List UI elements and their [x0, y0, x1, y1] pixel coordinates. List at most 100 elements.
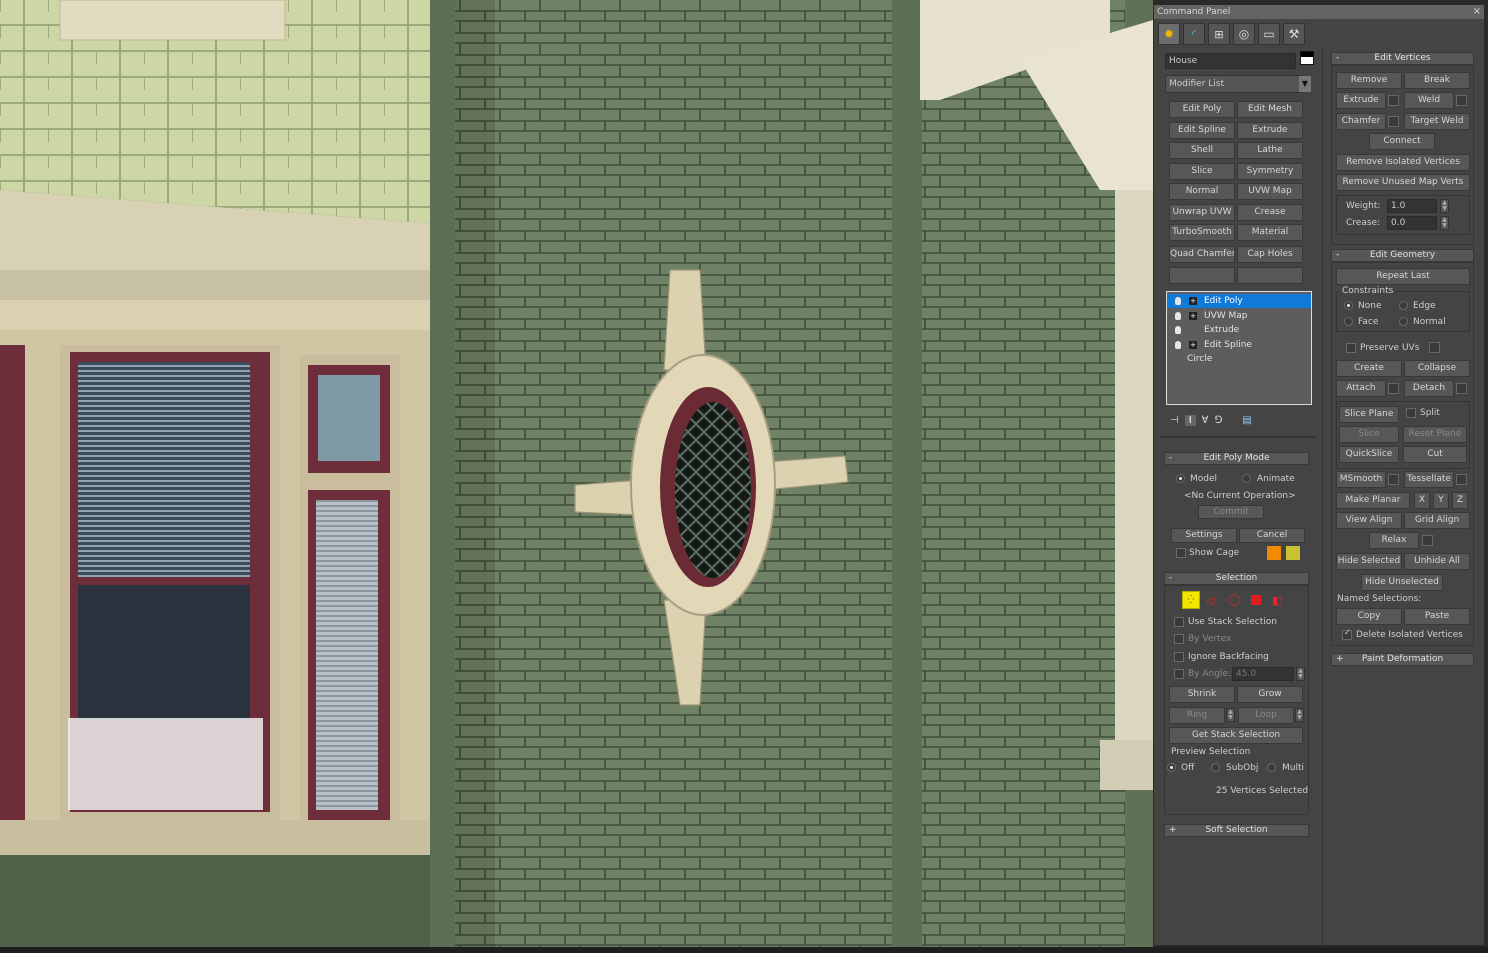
- remove-isolated-vertices-button[interactable]: Remove Isolated Vertices: [1336, 154, 1470, 171]
- mod-btn-shell[interactable]: Shell: [1169, 142, 1235, 159]
- repeat-last-button[interactable]: Repeat Last: [1336, 268, 1470, 285]
- tessellate-button[interactable]: Tessellate: [1404, 471, 1454, 488]
- mod-btn-symmetry[interactable]: Symmetry: [1237, 163, 1303, 180]
- preview-subobj-radio[interactable]: [1211, 763, 1220, 772]
- detach-settings-icon[interactable]: [1456, 383, 1467, 394]
- slice-plane-button[interactable]: Slice Plane: [1339, 406, 1399, 423]
- planar-x-button[interactable]: X: [1414, 492, 1430, 509]
- msmooth-button[interactable]: MSmooth: [1336, 471, 1386, 488]
- mod-btn-normal[interactable]: Normal: [1169, 183, 1235, 200]
- animate-radio[interactable]: [1242, 474, 1251, 483]
- pin-icon[interactable]: ⊣: [1170, 415, 1179, 426]
- mod-btn-edit-spline[interactable]: Edit Spline: [1169, 122, 1235, 139]
- display-tab[interactable]: ▭: [1258, 23, 1280, 45]
- mod-btn-edit-poly[interactable]: Edit Poly: [1169, 101, 1235, 118]
- stack-item-circle[interactable]: Circle: [1167, 352, 1311, 366]
- extrude-button[interactable]: Extrude: [1336, 92, 1386, 109]
- attach-button[interactable]: Attach: [1336, 380, 1386, 397]
- planar-z-button[interactable]: Z: [1452, 492, 1468, 509]
- vertex-mode-icon[interactable]: ⁛: [1182, 591, 1200, 609]
- preserve-uvs-settings-icon[interactable]: [1429, 342, 1440, 353]
- ignore-backfacing-checkbox[interactable]: [1174, 652, 1184, 662]
- lightbulb-icon[interactable]: [1175, 312, 1181, 320]
- unhide-all-button[interactable]: Unhide All: [1404, 553, 1470, 570]
- detach-button[interactable]: Detach: [1404, 380, 1454, 397]
- rollout-selection[interactable]: - Selection: [1164, 572, 1309, 585]
- rollout-soft-selection[interactable]: + Soft Selection: [1164, 824, 1309, 837]
- ring-button[interactable]: Ring: [1169, 707, 1225, 724]
- create-button[interactable]: Create: [1336, 360, 1402, 377]
- object-color-swatch[interactable]: [1300, 51, 1314, 65]
- mod-btn-crease[interactable]: Crease: [1237, 204, 1303, 221]
- shrink-button[interactable]: Shrink: [1169, 686, 1235, 703]
- stack-item-edit-poly[interactable]: + Edit Poly: [1167, 294, 1311, 308]
- mod-btn-material[interactable]: Material: [1237, 224, 1303, 241]
- hide-selected-button[interactable]: Hide Selected: [1336, 553, 1402, 570]
- lightbulb-icon[interactable]: [1175, 341, 1181, 349]
- copy-button[interactable]: Copy: [1336, 608, 1402, 625]
- relax-settings-icon[interactable]: [1422, 535, 1433, 546]
- stack-item-extrude[interactable]: Extrude: [1167, 323, 1311, 337]
- weld-button[interactable]: Weld: [1404, 92, 1454, 109]
- delete-isolated-vertices-checkbox[interactable]: ✓: [1342, 628, 1352, 640]
- rollout-edit-vertices[interactable]: - Edit Vertices: [1331, 52, 1474, 65]
- hide-unselected-button[interactable]: Hide Unselected: [1361, 574, 1443, 591]
- expand-plus-icon[interactable]: +: [1189, 297, 1197, 305]
- cancel-button[interactable]: Cancel: [1239, 528, 1305, 543]
- loop-spinner[interactable]: ▲ ▼: [1295, 708, 1304, 722]
- configure-icon[interactable]: ▤: [1242, 415, 1251, 426]
- modify-tab[interactable]: ◜: [1183, 23, 1205, 45]
- remove-modifier-icon[interactable]: ⅁: [1215, 415, 1223, 426]
- crease-field[interactable]: 0.0: [1387, 216, 1437, 230]
- polygon-mode-icon[interactable]: [1251, 595, 1261, 605]
- weld-settings-icon[interactable]: [1456, 95, 1467, 106]
- quickslice-button[interactable]: QuickSlice: [1339, 446, 1399, 463]
- use-stack-selection-checkbox[interactable]: [1174, 617, 1184, 627]
- element-mode-icon[interactable]: ◧: [1272, 594, 1282, 607]
- lightbulb-icon[interactable]: [1175, 297, 1181, 305]
- get-stack-selection-button[interactable]: Get Stack Selection: [1169, 727, 1303, 744]
- constraint-normal-radio[interactable]: [1399, 317, 1408, 326]
- mod-btn-lathe[interactable]: Lathe: [1237, 142, 1303, 159]
- ring-spinner[interactable]: ▲ ▼: [1226, 708, 1235, 722]
- mod-btn-extrude[interactable]: Extrude: [1237, 122, 1303, 139]
- attach-settings-icon[interactable]: [1388, 383, 1399, 394]
- mod-btn-uvw-map[interactable]: UVW Map: [1237, 183, 1303, 200]
- show-end-result-icon[interactable]: Ⅰ: [1184, 414, 1196, 426]
- commit-button[interactable]: Commit: [1198, 505, 1264, 519]
- make-planar-button[interactable]: Make Planar: [1336, 492, 1410, 509]
- close-icon[interactable]: ×: [1473, 5, 1481, 19]
- collapse-button[interactable]: Collapse: [1404, 360, 1470, 377]
- by-angle-field[interactable]: 45.0: [1232, 667, 1294, 681]
- modifier-stack[interactable]: + Edit Poly + UVW Map Extrude + Edit Spline…: [1166, 291, 1312, 405]
- split-checkbox[interactable]: [1406, 408, 1416, 418]
- view-align-button[interactable]: View Align: [1336, 512, 1402, 529]
- mod-btn-slice[interactable]: Slice: [1169, 163, 1235, 180]
- msmooth-settings-icon[interactable]: [1388, 474, 1399, 485]
- motion-tab[interactable]: ◎: [1233, 23, 1255, 45]
- relax-button[interactable]: Relax: [1369, 532, 1419, 549]
- mod-btn-empty-2[interactable]: [1237, 267, 1303, 284]
- preview-multi-radio[interactable]: [1267, 763, 1276, 772]
- mod-btn-turbosmooth[interactable]: TurboSmooth: [1169, 224, 1235, 241]
- remove-button[interactable]: Remove: [1336, 72, 1402, 89]
- rollout-edit-poly-mode[interactable]: - Edit Poly Mode: [1164, 452, 1309, 465]
- weight-field[interactable]: 1.0: [1387, 199, 1437, 213]
- loop-button[interactable]: Loop: [1238, 707, 1294, 724]
- utilities-tab[interactable]: ⚒: [1283, 23, 1305, 45]
- planar-y-button[interactable]: Y: [1433, 492, 1449, 509]
- connect-button[interactable]: Connect: [1369, 133, 1435, 150]
- expand-plus-icon[interactable]: +: [1189, 312, 1197, 320]
- rollout-edit-geometry[interactable]: - Edit Geometry: [1331, 249, 1474, 262]
- mod-btn-cap-holes[interactable]: Cap Holes: [1237, 246, 1303, 263]
- crease-spinner[interactable]: ▲ ▼: [1440, 216, 1449, 230]
- cage-color-swatch-2[interactable]: [1286, 546, 1300, 560]
- cut-button[interactable]: Cut: [1403, 446, 1467, 463]
- rollout-paint-deformation[interactable]: + Paint Deformation: [1331, 653, 1474, 666]
- constraint-edge-radio[interactable]: [1399, 301, 1408, 310]
- expand-plus-icon[interactable]: +: [1189, 341, 1197, 349]
- modifier-list-dropdown[interactable]: Modifier List: [1165, 75, 1301, 93]
- show-cage-checkbox[interactable]: [1176, 548, 1186, 558]
- mod-btn-empty-1[interactable]: [1169, 267, 1235, 284]
- make-unique-icon[interactable]: ∀: [1202, 415, 1209, 426]
